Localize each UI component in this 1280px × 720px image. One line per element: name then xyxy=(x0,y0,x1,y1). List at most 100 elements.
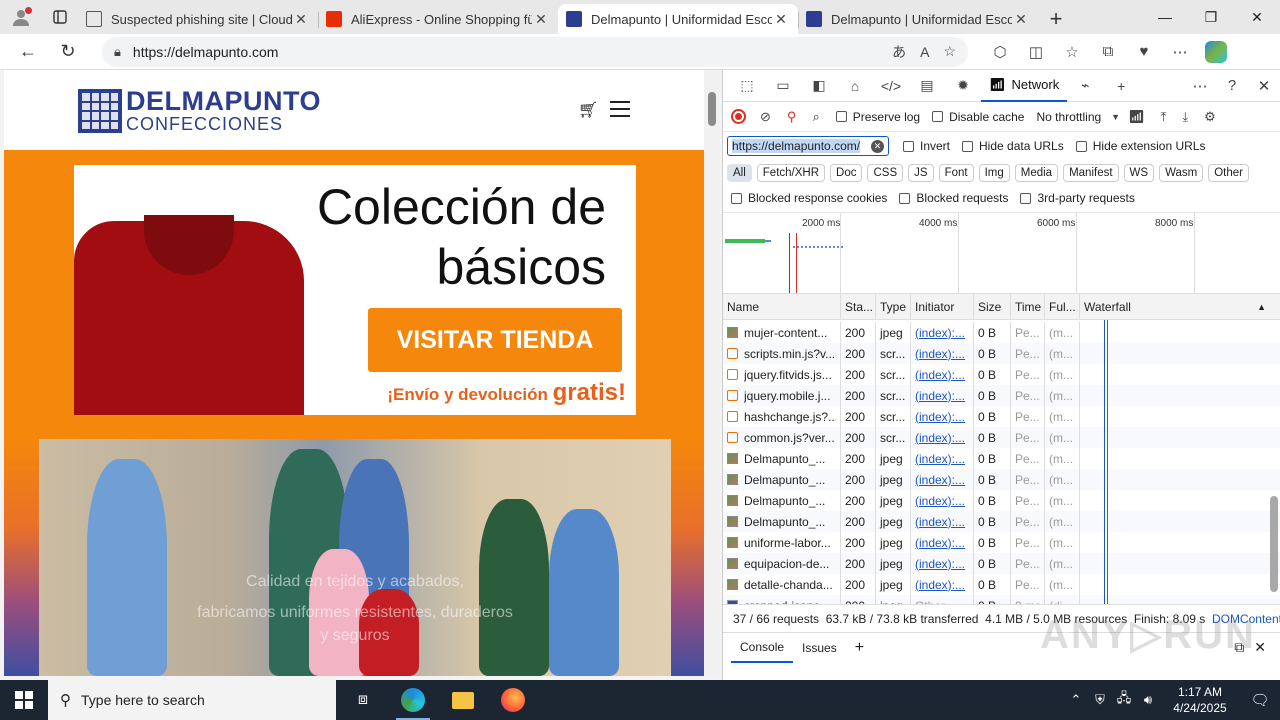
cell-initiator[interactable]: (index):... xyxy=(911,511,974,532)
refresh-icon[interactable]: ↻ xyxy=(48,36,88,68)
close-window-icon[interactable]: ✕ xyxy=(1234,0,1280,34)
collections-icon[interactable]: ⧉ xyxy=(1090,36,1126,68)
cell-initiator[interactable]: (index):... xyxy=(911,532,974,553)
translate-icon[interactable]: あ xyxy=(892,42,906,62)
blocked-requests-checkbox[interactable]: Blocked requests xyxy=(899,191,1008,205)
read-aloud-icon[interactable]: A xyxy=(920,44,929,60)
filter-icon[interactable]: ⚲ xyxy=(787,109,797,125)
start-button[interactable] xyxy=(0,680,48,720)
export-icon[interactable]: ⤓ xyxy=(1182,109,1188,125)
filter-input[interactable]: https://delmapunto.com/ ✕ xyxy=(727,136,889,156)
tab-actions-icon[interactable] xyxy=(42,0,78,34)
table-row[interactable]: hashchange.js?... 200 scr... (index):... 0 B… xyxy=(723,406,1280,427)
browser-essentials-icon[interactable]: ♥ xyxy=(1126,36,1162,68)
type-filter-other[interactable]: Other xyxy=(1208,164,1249,182)
firefox-icon[interactable] xyxy=(488,680,538,720)
help-icon[interactable]: ? xyxy=(1216,77,1248,95)
column-header[interactable]: Ful... xyxy=(1045,294,1080,319)
address-bar[interactable]: 🔒︎ https://delmapunto.com あ A ☆ xyxy=(102,36,968,67)
close-tab-icon[interactable]: ✕ xyxy=(292,11,310,28)
more-menu-icon[interactable]: ⋯ xyxy=(1162,36,1198,68)
network-conditions-icon[interactable]: 📶︎ xyxy=(1128,109,1145,125)
type-filter-css[interactable]: CSS xyxy=(867,164,904,182)
cell-initiator[interactable]: (index):... xyxy=(911,406,974,427)
copilot-icon[interactable] xyxy=(1198,36,1234,68)
table-row[interactable]: scripts.min.js?v... 200 scr... (index):... 0… xyxy=(723,343,1280,364)
type-filter-manifest[interactable]: Manifest xyxy=(1063,164,1119,182)
profile-avatar-icon[interactable] xyxy=(0,0,42,34)
invert-checkbox[interactable]: Invert xyxy=(903,139,950,153)
column-header[interactable]: Waterfall xyxy=(1080,294,1257,319)
table-row[interactable]: mujer-content... 200 jpeg (index):... 0 B Pe.… xyxy=(723,322,1280,343)
page-scrollbar[interactable] xyxy=(704,70,720,676)
column-header[interactable]: Name xyxy=(723,294,841,319)
column-header[interactable]: Initiator xyxy=(911,294,974,319)
table-row[interactable]: cropped-icono... 200jpegOther0 B9 ms(di..… xyxy=(723,595,1280,604)
table-row[interactable]: Delmapunto_... 200 jpeg (index):... 0 B Pe...… xyxy=(723,469,1280,490)
throttling-select[interactable]: No throttling xyxy=(1036,110,1120,124)
clear-icon[interactable]: ⊘ xyxy=(760,109,771,125)
drawer-tab-issues[interactable]: Issues xyxy=(793,633,846,663)
third-party-requests-checkbox[interactable]: 3rd-party requests xyxy=(1020,191,1135,205)
promo-banner[interactable]: Colección de básicos VISITAR TIENDA ¡Env… xyxy=(74,165,636,415)
table-row[interactable]: jquery.mobile.j... 200 scr... (index):... 0 … xyxy=(723,385,1280,406)
cell-initiator[interactable]: (index):... xyxy=(911,322,974,343)
browser-tab-delmapunto[interactable]: Delmapunto | Uniformidad Escol ✕ xyxy=(798,4,1038,34)
cell-initiator[interactable]: (index):... xyxy=(911,448,974,469)
console-icon[interactable]: ▤ xyxy=(909,77,945,94)
close-tab-icon[interactable]: ✕ xyxy=(1012,11,1030,28)
table-row[interactable]: Delmapunto_... 200 jpeg (index):... 0 B Pe...… xyxy=(723,448,1280,469)
type-filter-all[interactable]: All xyxy=(727,164,752,182)
type-filter-js[interactable]: JS xyxy=(908,164,934,182)
type-filter-wasm[interactable]: Wasm xyxy=(1159,164,1204,182)
table-row[interactable]: detalle-chanda... 200 jpeg (index):... 0 B Pe… xyxy=(723,574,1280,595)
favorite-star-icon[interactable]: ☆ xyxy=(943,43,956,60)
device-emulation-icon[interactable]: ▭ xyxy=(765,77,801,94)
table-row[interactable]: Delmapunto_... 200 jpeg (index):... 0 B Pe...… xyxy=(723,511,1280,532)
taskbar-search-box[interactable]: ⚲ Type here to search xyxy=(48,680,336,720)
url-text[interactable]: https://delmapunto.com xyxy=(133,44,878,60)
type-filter-img[interactable]: Img xyxy=(978,164,1010,182)
column-header[interactable]: Sta... xyxy=(841,294,876,319)
preserve-log-checkbox[interactable]: Preserve log xyxy=(835,110,920,124)
browser-tab-aliexpress[interactable]: AliExpress - Online Shopping für ✕ xyxy=(318,4,558,34)
security-shield-icon[interactable]: ⛨ xyxy=(1088,692,1112,708)
table-scrollbar[interactable] xyxy=(1266,320,1280,604)
split-screen-icon[interactable]: ◫ xyxy=(1018,36,1054,68)
network-overview-timeline[interactable]: 2000 ms 4000 ms 6000 ms 8000 ms xyxy=(723,212,1280,294)
inspect-element-icon[interactable]: ⬚ xyxy=(729,77,765,94)
cell-initiator[interactable]: (index):... xyxy=(911,427,974,448)
more-tools-plus-icon[interactable]: + xyxy=(1103,78,1139,94)
cell-initiator[interactable]: (index):... xyxy=(911,385,974,406)
minimize-icon[interactable]: — xyxy=(1142,0,1188,34)
cell-initiator[interactable]: (index):... xyxy=(911,490,974,511)
taskbar-clock[interactable]: 1:17 AM 4/24/2025 xyxy=(1160,684,1240,716)
search-icon[interactable]: ⌕ xyxy=(812,109,819,125)
hamburger-menu-icon[interactable] xyxy=(610,101,630,122)
table-row[interactable]: Delmapunto_... 200 jpeg (index):... 0 B Pe...… xyxy=(723,490,1280,511)
network-icon[interactable]: 🖧︎ xyxy=(1112,689,1136,711)
elements-icon[interactable]: </> xyxy=(873,78,909,94)
disable-cache-checkbox[interactable]: Disable cache xyxy=(932,110,1024,124)
cell-initiator[interactable]: (index):... xyxy=(911,469,974,490)
record-icon[interactable] xyxy=(731,109,746,124)
hide-data-urls-checkbox[interactable]: Hide data URLs xyxy=(962,139,1064,153)
notifications-icon[interactable]: 🗨︎ xyxy=(1240,691,1280,709)
settings-gear-icon[interactable]: ⚙ xyxy=(1204,109,1216,125)
type-filter-fetch-xhr[interactable]: Fetch/XHR xyxy=(756,164,826,182)
close-tab-icon[interactable]: ✕ xyxy=(532,11,550,28)
shopping-cart-icon[interactable]: 🛒︎ xyxy=(578,100,598,120)
hide-extension-urls-checkbox[interactable]: Hide extension URLs xyxy=(1075,139,1205,153)
lock-icon[interactable]: 🔒︎ xyxy=(114,44,121,60)
sources-bug-icon[interactable]: ✹ xyxy=(945,77,981,94)
table-row[interactable]: equipacion-de... 200 jpeg (index):... 0 B Pe.… xyxy=(723,553,1280,574)
cell-initiator[interactable]: (index):... xyxy=(911,364,974,385)
cell-initiator[interactable]: (index):... xyxy=(911,553,974,574)
extensions-icon[interactable]: ⬡ xyxy=(982,36,1018,68)
type-filter-media[interactable]: Media xyxy=(1014,164,1059,182)
cell-initiator[interactable]: (index):... xyxy=(911,343,974,364)
type-filter-doc[interactable]: Doc xyxy=(830,164,863,182)
type-filter-font[interactable]: Font xyxy=(938,164,974,182)
blocked-response-cookies-checkbox[interactable]: Blocked response cookies xyxy=(731,191,887,205)
import-icon[interactable]: ⤒ xyxy=(1161,109,1167,125)
